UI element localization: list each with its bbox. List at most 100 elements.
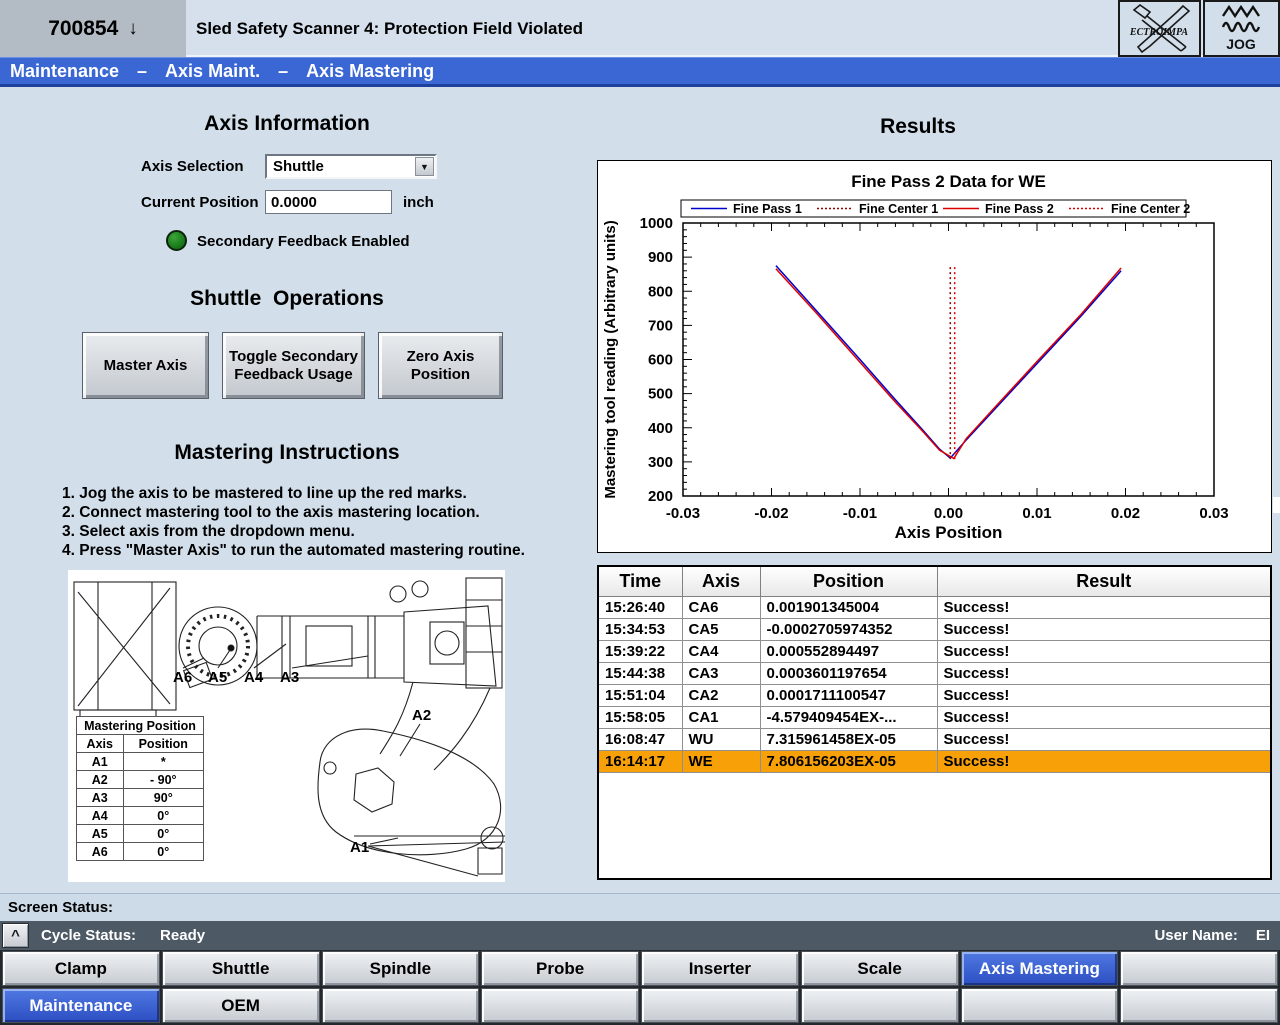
mastering-position-table-title: Mastering Position bbox=[77, 717, 204, 735]
screen-navigation-grid: ClampShuttleSpindleProbeInserterScaleAxi… bbox=[0, 950, 1280, 1025]
mp-col-axis: Axis bbox=[77, 735, 124, 753]
axis-information-title: Axis Information bbox=[137, 112, 437, 136]
chevron-up-icon: ^ bbox=[11, 927, 20, 944]
instruction-step: 1. Jog the axis to be mastered to line u… bbox=[62, 484, 537, 503]
nav-button-oem[interactable]: OEM bbox=[162, 988, 320, 1023]
cycle-status-label: Cycle Status: bbox=[41, 927, 136, 944]
svg-text:-0.02: -0.02 bbox=[754, 505, 788, 522]
results-table-row[interactable]: 15:58:05CA1-4.579409454EX-...Success! bbox=[599, 706, 1270, 728]
chart-svg: -0.03-0.02-0.010.000.010.020.03200300400… bbox=[598, 161, 1271, 552]
svg-text:JOG: JOG bbox=[1226, 36, 1256, 52]
nav-button-empty bbox=[322, 988, 480, 1023]
results-table-row[interactable]: 16:08:47WU7.315961458EX-05Success! bbox=[599, 728, 1270, 750]
svg-text:ECTROIMPA: ECTROIMPA bbox=[1129, 27, 1188, 38]
nav-button-scale[interactable]: Scale bbox=[801, 951, 959, 986]
user-name-value: EI bbox=[1256, 927, 1270, 944]
svg-text:600: 600 bbox=[648, 352, 673, 369]
results-table-cell: Success! bbox=[937, 596, 1270, 618]
breadcrumb-maintenance[interactable]: Maintenance bbox=[10, 61, 119, 82]
breadcrumb-separator: – bbox=[278, 61, 288, 82]
secondary-feedback-led bbox=[166, 230, 187, 251]
screen-status-label: Screen Status: bbox=[8, 899, 113, 916]
results-table-row[interactable]: 15:39:22CA40.000552894497Success! bbox=[599, 640, 1270, 662]
results-column-header: Result bbox=[937, 567, 1270, 596]
axis-label-a5: A5 bbox=[208, 669, 227, 686]
mastering-instructions-list: 1. Jog the axis to be mastered to line u… bbox=[62, 484, 537, 560]
alarm-message: Sled Safety Scanner 4: Protection Field … bbox=[196, 0, 583, 57]
nav-button-empty bbox=[481, 988, 639, 1023]
results-table-cell: 15:34:53 bbox=[599, 618, 682, 640]
mastering-position-table: Mastering Position Axis Position A1*A2- … bbox=[76, 716, 204, 861]
results-table-cell: CA5 bbox=[682, 618, 760, 640]
alarm-id-box[interactable]: 700854 ↓ bbox=[0, 0, 186, 57]
results-table-cell: Success! bbox=[937, 706, 1270, 728]
results-table-cell: CA1 bbox=[682, 706, 760, 728]
axis-label-a6: A6 bbox=[173, 669, 192, 686]
svg-text:Axis Position: Axis Position bbox=[895, 523, 1003, 542]
nav-button-axis-mastering[interactable]: Axis Mastering bbox=[961, 951, 1119, 986]
breadcrumb-axis-maint[interactable]: Axis Maint. bbox=[165, 61, 260, 82]
results-table-cell: 15:39:22 bbox=[599, 640, 682, 662]
results-table-cell: CA2 bbox=[682, 684, 760, 706]
mastering-results-chart: -0.03-0.02-0.010.000.010.020.03200300400… bbox=[597, 160, 1272, 553]
jog-mode-icon[interactable]: JOG bbox=[1203, 0, 1280, 57]
results-column-header: Position bbox=[760, 567, 937, 596]
breadcrumb-axis-mastering[interactable]: Axis Mastering bbox=[306, 61, 434, 82]
results-column-header: Time bbox=[599, 567, 682, 596]
nav-button-clamp[interactable]: Clamp bbox=[2, 951, 160, 986]
results-table-cell: 7.806156203EX-05 bbox=[760, 750, 937, 772]
mastering-position-cell: 90° bbox=[123, 789, 203, 807]
svg-text:400: 400 bbox=[648, 420, 673, 437]
collapse-panel-button[interactable]: ^ bbox=[2, 923, 29, 948]
mastering-position-cell: * bbox=[123, 753, 203, 771]
nav-button-maintenance[interactable]: Maintenance bbox=[2, 988, 160, 1023]
results-table-row[interactable]: 15:44:38CA30.0003601197654Success! bbox=[599, 662, 1270, 684]
svg-text:Fine Pass 2 Data for WE: Fine Pass 2 Data for WE bbox=[851, 172, 1046, 191]
results-table-cell: CA6 bbox=[682, 596, 760, 618]
results-table-cell: WE bbox=[682, 750, 760, 772]
window-edge-artifact bbox=[1273, 497, 1280, 513]
mastering-position-cell: A2 bbox=[77, 771, 124, 789]
current-position-field[interactable] bbox=[265, 190, 392, 214]
results-table-row[interactable]: 15:51:04CA20.0001711100547Success! bbox=[599, 684, 1270, 706]
results-table-cell: Success! bbox=[937, 662, 1270, 684]
svg-text:0.01: 0.01 bbox=[1022, 505, 1051, 522]
axis-label-a2: A2 bbox=[412, 707, 431, 724]
results-table-cell: 16:08:47 bbox=[599, 728, 682, 750]
chevron-down-icon[interactable]: ▼ bbox=[415, 157, 434, 176]
results-table-cell: Success! bbox=[937, 684, 1270, 706]
robot-mastering-diagram: A6 A5 A4 A3 A2 A1 Mastering Position Axi… bbox=[68, 570, 505, 882]
results-table-cell: 0.0003601197654 bbox=[760, 662, 937, 684]
axis-label-a3: A3 bbox=[280, 669, 299, 686]
zero-axis-position-button[interactable]: Zero Axis Position bbox=[378, 332, 503, 399]
user-name-label: User Name: bbox=[1154, 927, 1237, 944]
results-table-cell: 0.000552894497 bbox=[760, 640, 937, 662]
results-table-row[interactable]: 16:14:17WE7.806156203EX-05Success! bbox=[599, 750, 1270, 772]
nav-button-shuttle[interactable]: Shuttle bbox=[162, 951, 320, 986]
svg-text:Fine Center 1: Fine Center 1 bbox=[859, 202, 938, 216]
results-table-row[interactable]: 15:26:40CA60.001901345004Success! bbox=[599, 596, 1270, 618]
axis-label-a1: A1 bbox=[350, 839, 369, 856]
master-axis-button[interactable]: Master Axis bbox=[82, 332, 209, 399]
nav-button-empty bbox=[1120, 951, 1278, 986]
svg-text:800: 800 bbox=[648, 283, 673, 300]
results-table-cell: CA3 bbox=[682, 662, 760, 684]
nav-button-spindle[interactable]: Spindle bbox=[322, 951, 480, 986]
nav-button-empty bbox=[1120, 988, 1278, 1023]
axis-selection-dropdown[interactable]: Shuttle ▼ bbox=[265, 154, 437, 179]
instruction-step: 3. Select axis from the dropdown menu. bbox=[62, 522, 537, 541]
results-title: Results bbox=[768, 115, 1068, 139]
results-table-row[interactable]: 15:34:53CA5-0.0002705974352Success! bbox=[599, 618, 1270, 640]
results-table-box: TimeAxisPositionResult 15:26:40CA60.0019… bbox=[597, 565, 1272, 880]
results-table-cell: 0.0001711100547 bbox=[760, 684, 937, 706]
alarm-dropdown-arrow-icon[interactable]: ↓ bbox=[128, 18, 138, 40]
cycle-status-bar: ^ Cycle Status: Ready User Name: EI bbox=[0, 921, 1280, 950]
svg-text:-0.01: -0.01 bbox=[843, 505, 877, 522]
breadcrumb-separator: – bbox=[137, 61, 147, 82]
toggle-secondary-feedback-button[interactable]: Toggle Secondary Feedback Usage bbox=[222, 332, 365, 399]
nav-button-inserter[interactable]: Inserter bbox=[641, 951, 799, 986]
nav-button-probe[interactable]: Probe bbox=[481, 951, 639, 986]
results-table-cell: 7.315961458EX-05 bbox=[760, 728, 937, 750]
screen-status-bar: Screen Status: bbox=[0, 893, 1280, 921]
svg-text:Fine Pass 1: Fine Pass 1 bbox=[733, 202, 802, 216]
